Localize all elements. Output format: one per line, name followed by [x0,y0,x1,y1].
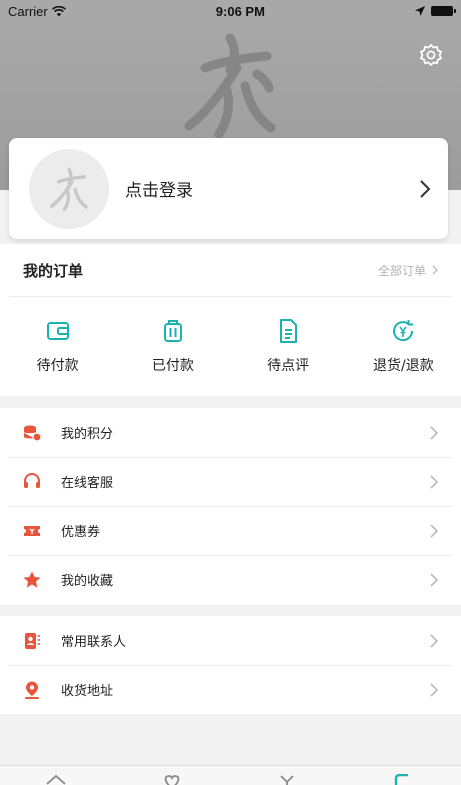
menu-item-label: 优惠券 [61,525,101,540]
menu-item-points[interactable]: 我的积分 [0,408,461,457]
order-paid[interactable]: 已付款 [115,297,230,395]
chevron-right-icon [430,523,439,538]
orders-header: 我的订单 全部订单 [9,244,452,297]
chevron-right-icon [430,572,439,587]
carrier-label: Carrier [8,3,48,19]
discover-tab-icon[interactable] [275,774,299,785]
brand-logo-watermark [184,33,276,139]
refund-icon [393,320,414,342]
settings-gear-icon[interactable] [418,43,444,69]
all-orders-link[interactable]: 全部订单 [378,262,438,279]
status-left: Carrier [8,4,66,19]
login-prompt: 点击登录 [125,181,193,201]
login-chevron-right-icon [420,179,431,198]
menu-item-contacts[interactable]: 常用联系人 [0,616,461,665]
chevron-right-icon [430,425,439,440]
home-tab-icon[interactable] [44,774,68,785]
menu-group-account: 我的积分 在线客服 优惠券 我的收藏 [0,408,461,605]
location-pin-icon [22,680,42,700]
menu-item-label: 我的收藏 [61,574,114,589]
chevron-right-icon [432,265,438,275]
order-to-review[interactable]: 待点评 [231,297,346,395]
order-pending-payment[interactable]: 待付款 [0,297,115,395]
menu-item-customer-service[interactable]: 在线客服 [0,457,461,506]
order-item-label: 已付款 [151,358,194,374]
order-refund[interactable]: 退货/退款 [346,297,461,395]
menu-item-favorites[interactable]: 我的收藏 [0,555,461,604]
favorites-tab-icon[interactable] [160,774,184,785]
battery-icon [431,6,456,16]
coupon-icon [22,521,42,541]
menu-item-label: 在线客服 [61,476,114,491]
status-bar: Carrier 9:06 PM [0,0,461,22]
document-icon [280,319,298,343]
contacts-icon [22,631,42,651]
avatar [29,148,109,229]
avatar-logo-icon [50,167,88,211]
luggage-icon [163,320,182,342]
chevron-right-icon [430,633,439,648]
profile-tab-icon[interactable] [390,774,414,785]
menu-item-label: 收货地址 [61,684,114,699]
chevron-right-icon [430,682,439,697]
order-status-row: 待付款 已付款 待点评 退货/退款 [0,297,461,395]
wifi-icon [51,5,66,16]
points-icon [22,423,42,443]
wallet-icon [46,322,69,340]
location-arrow-icon [415,6,425,16]
chevron-right-icon [430,474,439,489]
menu-group-shipping: 常用联系人 收货地址 [0,616,461,714]
orders-title: 我的订单 [23,261,84,280]
star-icon [22,570,42,590]
order-item-label: 退货/退款 [373,358,434,374]
menu-item-label: 我的积分 [61,427,114,442]
order-item-label: 待付款 [36,358,79,374]
all-orders-label: 全部订单 [377,263,426,278]
bottom-tab-bar [0,765,461,785]
status-right [415,6,456,16]
orders-section: 我的订单 全部订单 待付款 已付款 待点评 退货/退款 [0,244,461,396]
status-time: 9:06 PM [215,3,265,19]
menu-item-label: 常用联系人 [61,635,127,650]
order-item-label: 待点评 [267,358,310,374]
login-card[interactable]: 点击登录 [9,138,448,239]
menu-item-address[interactable]: 收货地址 [0,665,461,714]
headset-icon [22,472,42,492]
menu-item-coupons[interactable]: 优惠券 [0,506,461,555]
